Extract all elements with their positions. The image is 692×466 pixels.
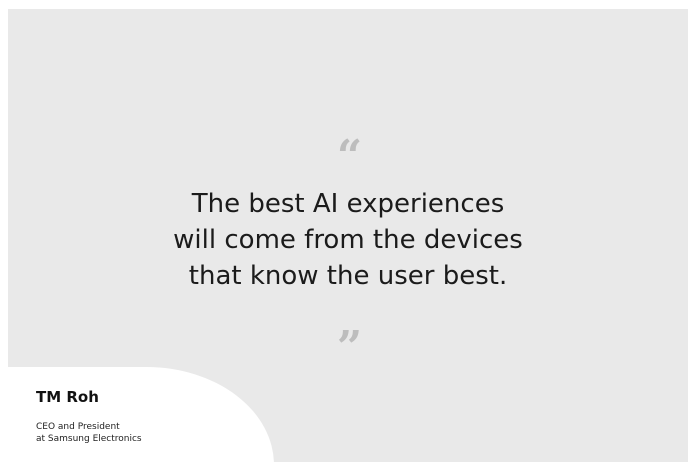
open-quote-icon: “ [336, 131, 362, 182]
quote-line-2: will come from the devices [173, 225, 523, 255]
attribution-panel: TM Roh CEO and President at Samsung Elec… [8, 367, 274, 462]
quote-card: “ The best AI experiences will come from… [8, 9, 688, 462]
close-quote-icon: ” [336, 322, 362, 373]
quote-line-1: The best AI experiences [191, 189, 505, 219]
page-canvas: “ The best AI experiences will come from… [0, 0, 692, 466]
speaker-role-line-1: CEO and President [36, 422, 120, 432]
speaker-role-line-2: at Samsung Electronics [36, 434, 142, 444]
quote-line-3: that know the user best. [188, 261, 508, 291]
quote-text: The best AI experiences will come from t… [68, 186, 628, 294]
speaker-role: CEO and President at Samsung Electronics [36, 421, 142, 445]
speaker-name: TM Roh [36, 388, 99, 406]
